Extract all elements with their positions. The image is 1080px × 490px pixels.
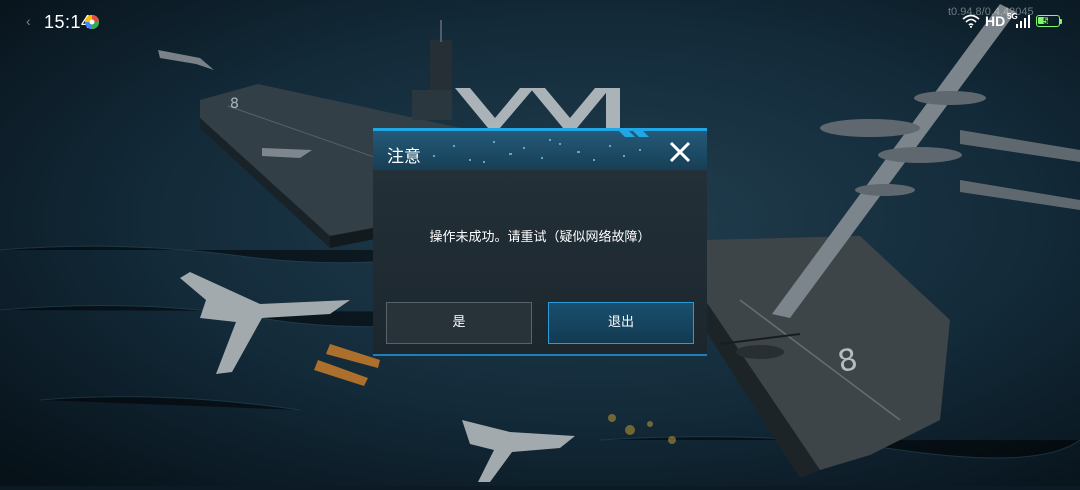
dialog-body: 操作未成功。请重试（疑似网络故障） 是 退出 [373, 170, 707, 356]
dialog-header: 注意 [373, 128, 707, 170]
wifi-icon [962, 14, 980, 28]
hd-indicator: HD [985, 13, 1006, 29]
app-notification-icon [85, 15, 99, 29]
battery-level-text: 53 [1042, 16, 1053, 26]
close-icon[interactable] [667, 139, 693, 165]
back-arrow-icon: ‹ [26, 13, 31, 29]
dialog-title: 注意 [387, 147, 421, 167]
cell-signal-icon [1016, 15, 1030, 28]
alert-dialog: 注意 操作未成功。请重试（疑似网络故障） 是 退出 [373, 128, 707, 356]
yes-button[interactable]: 是 [386, 302, 532, 344]
dialog-message: 操作未成功。请重试（疑似网络故障） [429, 230, 651, 245]
exit-button[interactable]: 退出 [548, 302, 694, 344]
header-particle-decoration [433, 131, 649, 163]
battery-tip [1060, 19, 1062, 24]
status-bar: ‹ 15:14 t0.94.8/0.4.42045 HD 5G 53 [0, 0, 1080, 44]
